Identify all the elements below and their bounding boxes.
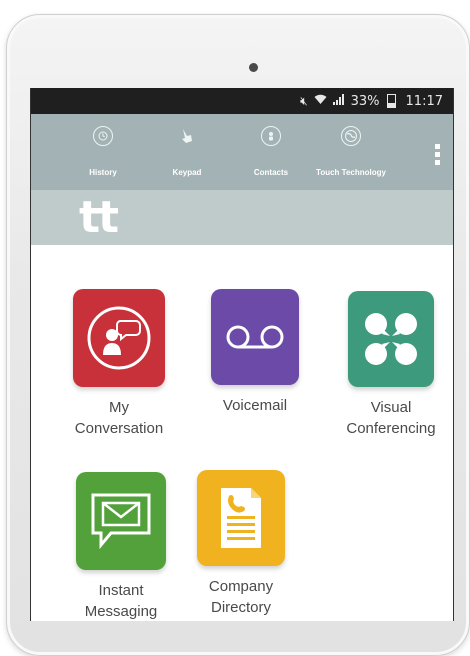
tile-instant-messaging-label: Instant Messaging xyxy=(84,582,158,620)
mute-icon: 🔇︎ xyxy=(300,93,308,108)
nav-history-label: History xyxy=(89,168,117,177)
tile-instant-messaging[interactable]: Instant Messaging xyxy=(61,472,181,621)
nav-history[interactable]: History xyxy=(58,126,148,177)
tile-visual-conferencing[interactable]: Visual Conferencing xyxy=(329,291,453,439)
conversation-icon xyxy=(73,289,165,387)
voicemail-icon xyxy=(211,289,299,385)
message-icon xyxy=(76,472,166,570)
history-icon xyxy=(93,126,113,146)
contacts-icon xyxy=(261,126,281,146)
tile-company-directory-label: Company Directory xyxy=(208,578,274,616)
nav-keypad[interactable]: Keypad xyxy=(142,126,232,177)
tile-company-directory[interactable]: Company Directory xyxy=(181,470,301,618)
signal-icon xyxy=(332,94,345,108)
overflow-menu-icon[interactable] xyxy=(435,144,441,168)
tile-voicemail-label: Voicemail xyxy=(222,397,288,414)
keypad-icon xyxy=(177,126,197,146)
globe-icon xyxy=(341,126,361,146)
nav-contacts[interactable]: Contacts xyxy=(226,126,316,177)
battery-icon xyxy=(386,94,396,108)
screen: 🔇︎ 33% 11:17 History Keypad Contacts Tou… xyxy=(30,88,454,621)
brand-band: tt xyxy=(31,190,453,245)
front-camera xyxy=(249,63,258,72)
directory-icon xyxy=(197,470,285,566)
battery-percent: 33% xyxy=(350,93,380,109)
tile-voicemail[interactable]: Voicemail xyxy=(195,289,315,416)
tile-visual-conferencing-label: Visual Conferencing xyxy=(346,399,436,437)
conferencing-icon xyxy=(348,291,434,387)
tile-my-conversation[interactable]: My Conversation xyxy=(59,289,179,439)
brand-logo: tt xyxy=(79,192,119,243)
tile-my-conversation-label: My Conversation xyxy=(74,399,164,437)
clock-time: 11:17 xyxy=(405,93,443,109)
nav-touch-technology[interactable]: Touch Technology xyxy=(306,126,396,177)
status-bar: 🔇︎ 33% 11:17 xyxy=(31,88,453,114)
nav-keypad-label: Keypad xyxy=(172,168,202,177)
wifi-icon xyxy=(314,94,327,108)
nav-touch-technology-label: Touch Technology xyxy=(316,168,386,177)
nav-contacts-label: Contacts xyxy=(253,168,289,177)
app-nav-bar: History Keypad Contacts Touch Technology xyxy=(31,114,453,190)
